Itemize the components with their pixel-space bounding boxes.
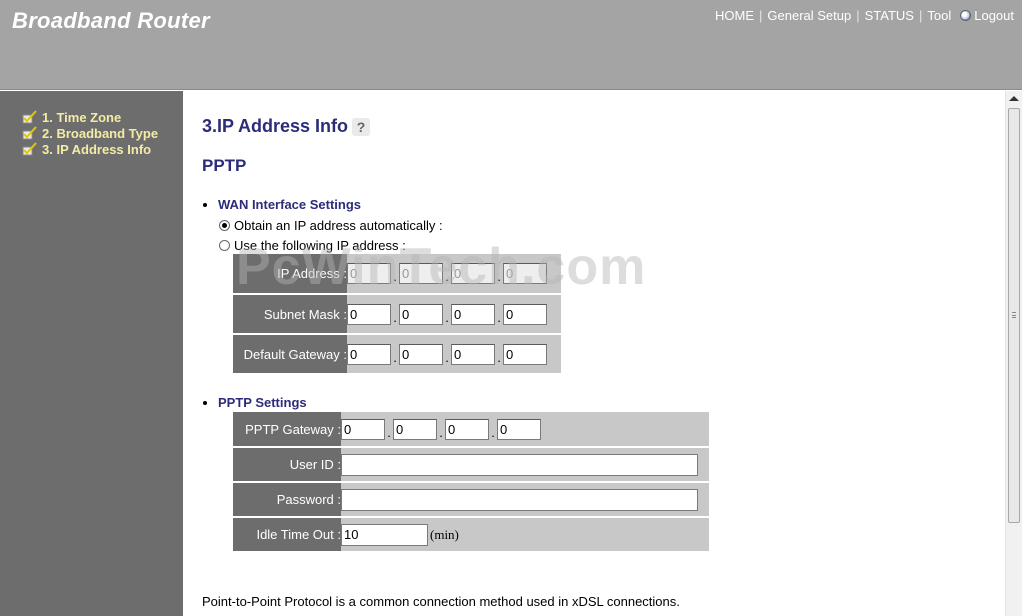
mask-octet-4[interactable] [503, 303, 547, 325]
sidebar-item-label: 1. Time Zone [42, 109, 122, 125]
sidebar-item-label: 2. Broadband Type [42, 125, 159, 141]
default-gateway-field: . . . [347, 343, 561, 365]
check-icon [22, 142, 37, 156]
mask-octet-2[interactable] [399, 303, 443, 325]
sidebar-item-ip-address-info[interactable]: 3. IP Address Info [22, 141, 151, 157]
nav-home[interactable]: HOME [710, 8, 759, 23]
sidebar-item-time-zone[interactable]: 1. Time Zone [22, 109, 121, 125]
radio-manual-label: Use the following IP address : [234, 238, 406, 253]
nav-tool[interactable]: Tool [922, 8, 956, 23]
wan-ip-table: IP Address : . . . Subnet Mask : . . . [233, 254, 561, 375]
sidebar: 1. Time Zone 2. Broadband Type 3. IP Add… [0, 91, 183, 616]
pptp-gateway-label: PPTP Gateway : [233, 412, 341, 448]
nav-general-setup[interactable]: General Setup [762, 8, 856, 23]
radio-auto-label: Obtain an IP address automatically : [234, 218, 443, 233]
pptp-gateway-field: . . . [341, 418, 709, 440]
idle-timeout-unit: (min) [430, 527, 459, 542]
brand-title: Broadband Router [12, 8, 210, 33]
logout-icon[interactable] [960, 10, 972, 21]
page-title-text: 3.IP Address Info [202, 116, 349, 136]
vertical-scrollbar[interactable] [1005, 91, 1022, 616]
mask-octet-1[interactable] [347, 303, 391, 325]
help-icon[interactable]: ? [352, 117, 371, 136]
password-label: Password : [233, 482, 341, 518]
pptp-gw-octet-4[interactable] [497, 418, 541, 440]
subnet-mask-field: . . . [347, 303, 561, 325]
ip-octet-2[interactable] [399, 263, 443, 284]
scroll-thumb[interactable] [1008, 108, 1020, 523]
pptp-settings-heading: PPTP Settings [203, 395, 307, 410]
radio-manual-row[interactable]: Use the following IP address : [219, 238, 406, 253]
sidebar-item-label: 3. IP Address Info [42, 141, 152, 157]
radio-use-following[interactable] [219, 240, 230, 251]
default-gateway-label: Default Gateway : [233, 334, 347, 375]
pptp-description: Point-to-Point Protocol is a common conn… [202, 594, 680, 609]
ip-octet-1[interactable] [347, 263, 391, 284]
wan-settings-heading: WAN Interface Settings [202, 197, 362, 212]
password-input[interactable] [341, 488, 698, 511]
mask-octet-3[interactable] [451, 303, 495, 325]
ip-address-field: . . . [347, 263, 561, 284]
sidebar-item-broadband-type[interactable]: 2. Broadband Type [22, 125, 158, 141]
subnet-mask-label: Subnet Mask : [233, 294, 347, 335]
radio-auto-row[interactable]: Obtain an IP address automatically : [219, 218, 443, 233]
pptp-gw-octet-2[interactable] [393, 418, 437, 440]
page-title: 3.IP Address Info ? [202, 116, 371, 137]
check-icon [22, 126, 37, 140]
check-icon [22, 110, 37, 124]
user-id-label: User ID : [233, 447, 341, 483]
gw-octet-1[interactable] [347, 343, 391, 365]
gw-octet-2[interactable] [399, 343, 443, 365]
pptp-gw-octet-1[interactable] [341, 418, 385, 440]
pptp-gw-octet-3[interactable] [445, 418, 489, 440]
scroll-grip-icon [1012, 312, 1016, 318]
nav-logout[interactable]: Logout [972, 8, 1014, 23]
gw-octet-4[interactable] [503, 343, 547, 365]
pptp-table: PPTP Gateway : . . . User ID : Password … [233, 412, 709, 553]
scroll-up-arrow-icon[interactable] [1009, 96, 1019, 101]
user-id-input[interactable] [341, 453, 698, 476]
main-content: 3.IP Address Info ? PPTP WAN Interface S… [183, 91, 1005, 616]
idle-timeout-input[interactable] [341, 523, 428, 546]
gw-octet-3[interactable] [451, 343, 495, 365]
ip-octet-3[interactable] [451, 263, 495, 284]
header-bar: Broadband Router HOME | General Setup | ST… [0, 0, 1022, 90]
section-title: PPTP [202, 156, 247, 175]
nav-status[interactable]: STATUS [860, 8, 919, 23]
idle-timeout-label: Idle Time Out : [233, 517, 341, 553]
ip-address-label: IP Address : [233, 254, 347, 295]
top-nav: HOME | General Setup | STATUS | Tool Logout [710, 8, 1014, 23]
ip-octet-4[interactable] [503, 263, 547, 284]
radio-obtain-auto[interactable] [219, 220, 230, 231]
